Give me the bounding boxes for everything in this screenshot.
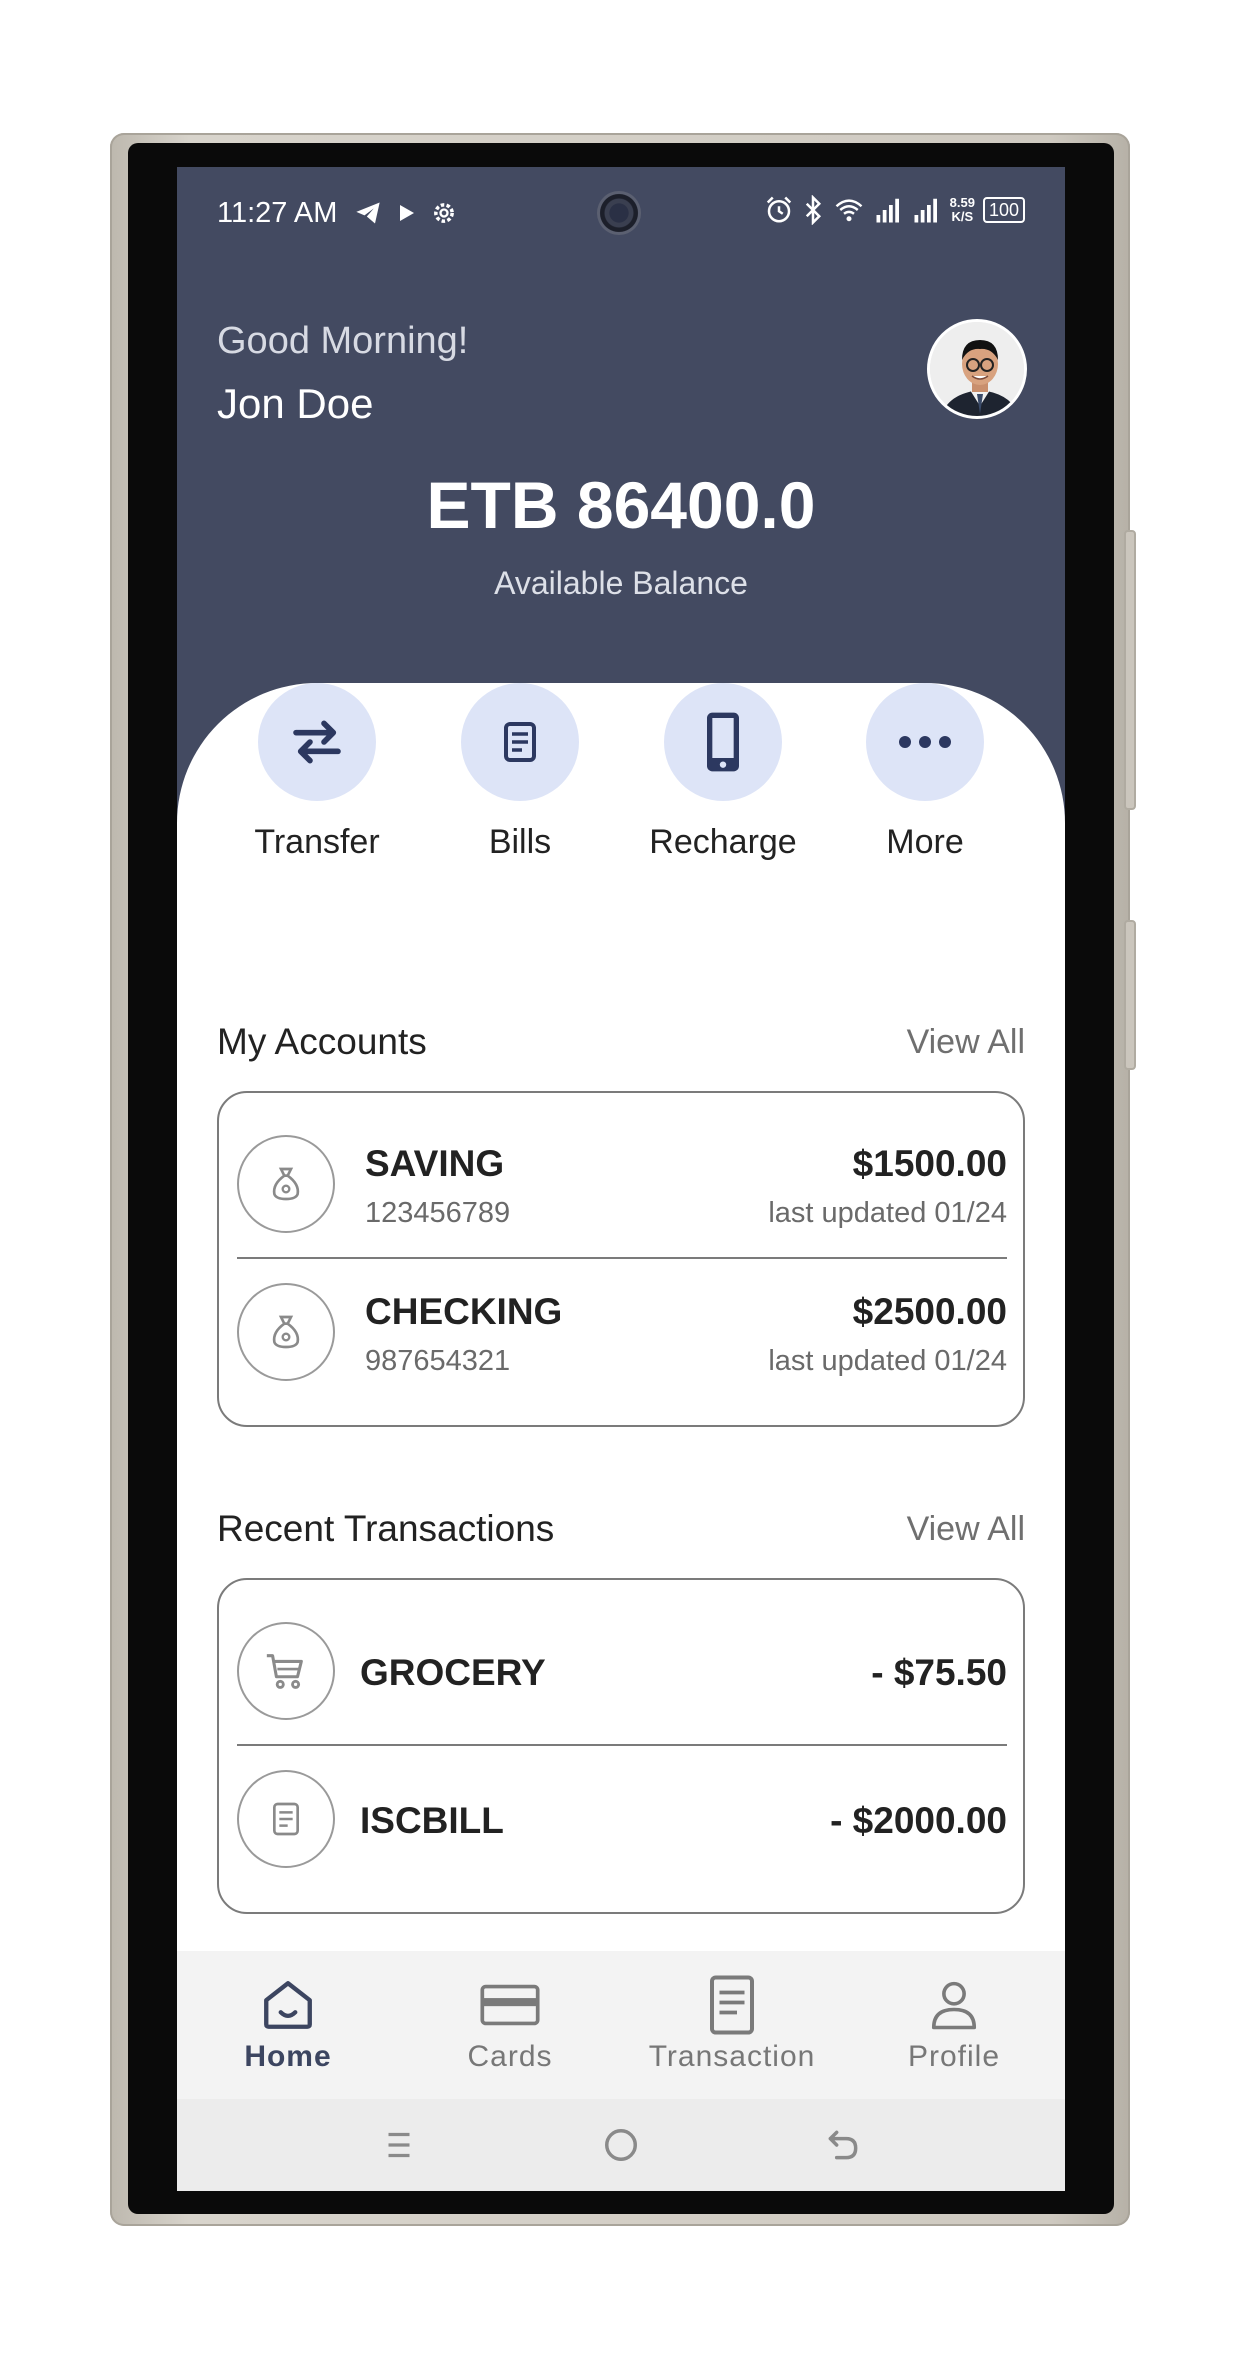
bills-button[interactable]: Bills bbox=[420, 683, 620, 862]
receipt-icon bbox=[710, 1975, 754, 2035]
alarm-icon bbox=[766, 196, 791, 223]
transactions-title: Recent Transactions bbox=[217, 1508, 555, 1549]
wifi-icon bbox=[835, 199, 862, 222]
transaction-row-iscbill[interactable]: ISCBILL - $2000.00 bbox=[219, 1746, 1025, 1914]
account-name: SAVING bbox=[365, 1143, 505, 1184]
balance-amount: ETB 86400.0 bbox=[426, 468, 816, 542]
recharge-label: Recharge bbox=[649, 823, 797, 861]
nav-label: Profile bbox=[907, 2040, 1001, 2073]
accounts-view-all[interactable]: View All bbox=[907, 1023, 1025, 1062]
accounts-title: My Accounts bbox=[217, 1021, 427, 1062]
transaction-row-grocery[interactable]: GROCERY - $75.50 bbox=[219, 1580, 1025, 1746]
nav-label: Home bbox=[244, 2040, 332, 2073]
avatar[interactable] bbox=[927, 319, 1027, 419]
power-button bbox=[1124, 920, 1136, 1070]
home-system-button[interactable] bbox=[591, 2115, 651, 2175]
transfer-button[interactable]: Transfer bbox=[217, 683, 417, 862]
signal-icon bbox=[914, 198, 937, 223]
transaction-name: GROCERY bbox=[360, 1652, 546, 1693]
home-icon bbox=[264, 1981, 312, 2029]
net-speed: 8.59 K/S bbox=[949, 195, 975, 224]
account-row-saving[interactable]: SAVING 123456789 $1500.00 last updated 0… bbox=[219, 1093, 1025, 1259]
bills-label: Bills bbox=[488, 823, 552, 861]
nav-cards[interactable]: Cards bbox=[399, 1951, 621, 2099]
front-camera bbox=[597, 191, 641, 235]
telegram-icon bbox=[356, 202, 380, 224]
status-time: 11:27 AM bbox=[217, 197, 338, 229]
bluetooth-icon bbox=[805, 195, 821, 225]
nav-label: Transaction bbox=[648, 2040, 816, 2073]
profile-icon bbox=[931, 1981, 977, 2030]
card-icon bbox=[480, 1984, 540, 2026]
more-button[interactable]: More bbox=[825, 683, 1025, 862]
recharge-button[interactable]: Recharge bbox=[623, 683, 823, 862]
bill-icon bbox=[504, 722, 536, 762]
signal-icon bbox=[876, 198, 899, 223]
app-screen: 11:27 AM 8.59 K/S 100 Good Morning! Jon … bbox=[177, 167, 1065, 2191]
user-name: Jon Doe bbox=[217, 380, 374, 427]
greeting: Good Morning! bbox=[217, 320, 469, 362]
circle-home-icon bbox=[605, 2129, 637, 2161]
transfer-icon bbox=[293, 720, 341, 764]
recents-icon bbox=[388, 2132, 410, 2158]
battery-icon: 100 bbox=[982, 197, 1025, 223]
transfer-label: Transfer bbox=[254, 823, 380, 861]
recents-button[interactable] bbox=[369, 2115, 429, 2175]
account-row-checking[interactable]: CHECKING 987654321 $2500.00 last updated… bbox=[219, 1259, 1025, 1427]
settings-icon bbox=[434, 203, 454, 223]
transactions-card: GROCERY - $75.50 ISCBILL - $2000.00 bbox=[217, 1578, 1025, 1914]
account-number: 987654321 bbox=[365, 1345, 511, 1377]
nav-home[interactable]: Home bbox=[177, 1951, 399, 2099]
bill-icon bbox=[273, 1802, 299, 1836]
money-bag-icon bbox=[272, 1167, 300, 1201]
account-number: 123456789 bbox=[365, 1197, 511, 1229]
account-amount: $1500.00 bbox=[852, 1143, 1007, 1184]
nav-profile[interactable]: Profile bbox=[843, 1951, 1065, 2099]
transaction-name: ISCBILL bbox=[360, 1800, 504, 1841]
play-icon bbox=[400, 205, 414, 221]
cart-icon bbox=[266, 1654, 303, 1689]
nav-label: Cards bbox=[467, 2040, 553, 2073]
system-nav-bar bbox=[177, 2099, 1065, 2191]
transaction-amount: - $75.50 bbox=[871, 1652, 1007, 1693]
volume-button bbox=[1124, 530, 1136, 810]
phone-icon bbox=[707, 712, 739, 772]
accounts-card: SAVING 123456789 $1500.00 last updated 0… bbox=[217, 1091, 1025, 1427]
more-label: More bbox=[886, 823, 964, 861]
back-icon bbox=[828, 2130, 858, 2160]
nav-transaction[interactable]: Transaction bbox=[621, 1951, 843, 2099]
transactions-view-all[interactable]: View All bbox=[907, 1510, 1025, 1549]
transaction-amount: - $2000.00 bbox=[830, 1800, 1007, 1841]
back-button[interactable] bbox=[813, 2115, 873, 2175]
quick-actions: Transfer Bills Recharge More bbox=[177, 683, 1065, 943]
bottom-nav: Home Cards Transaction Profile bbox=[177, 1951, 1065, 2099]
balance-label: Available Balance bbox=[494, 565, 748, 601]
account-amount: $2500.00 bbox=[852, 1291, 1007, 1332]
account-updated: last updated 01/24 bbox=[768, 1345, 1007, 1377]
account-updated: last updated 01/24 bbox=[768, 1197, 1007, 1229]
money-bag-icon bbox=[272, 1315, 300, 1349]
avatar-image bbox=[930, 322, 1024, 416]
account-name: CHECKING bbox=[365, 1291, 563, 1332]
more-icon bbox=[899, 736, 951, 748]
